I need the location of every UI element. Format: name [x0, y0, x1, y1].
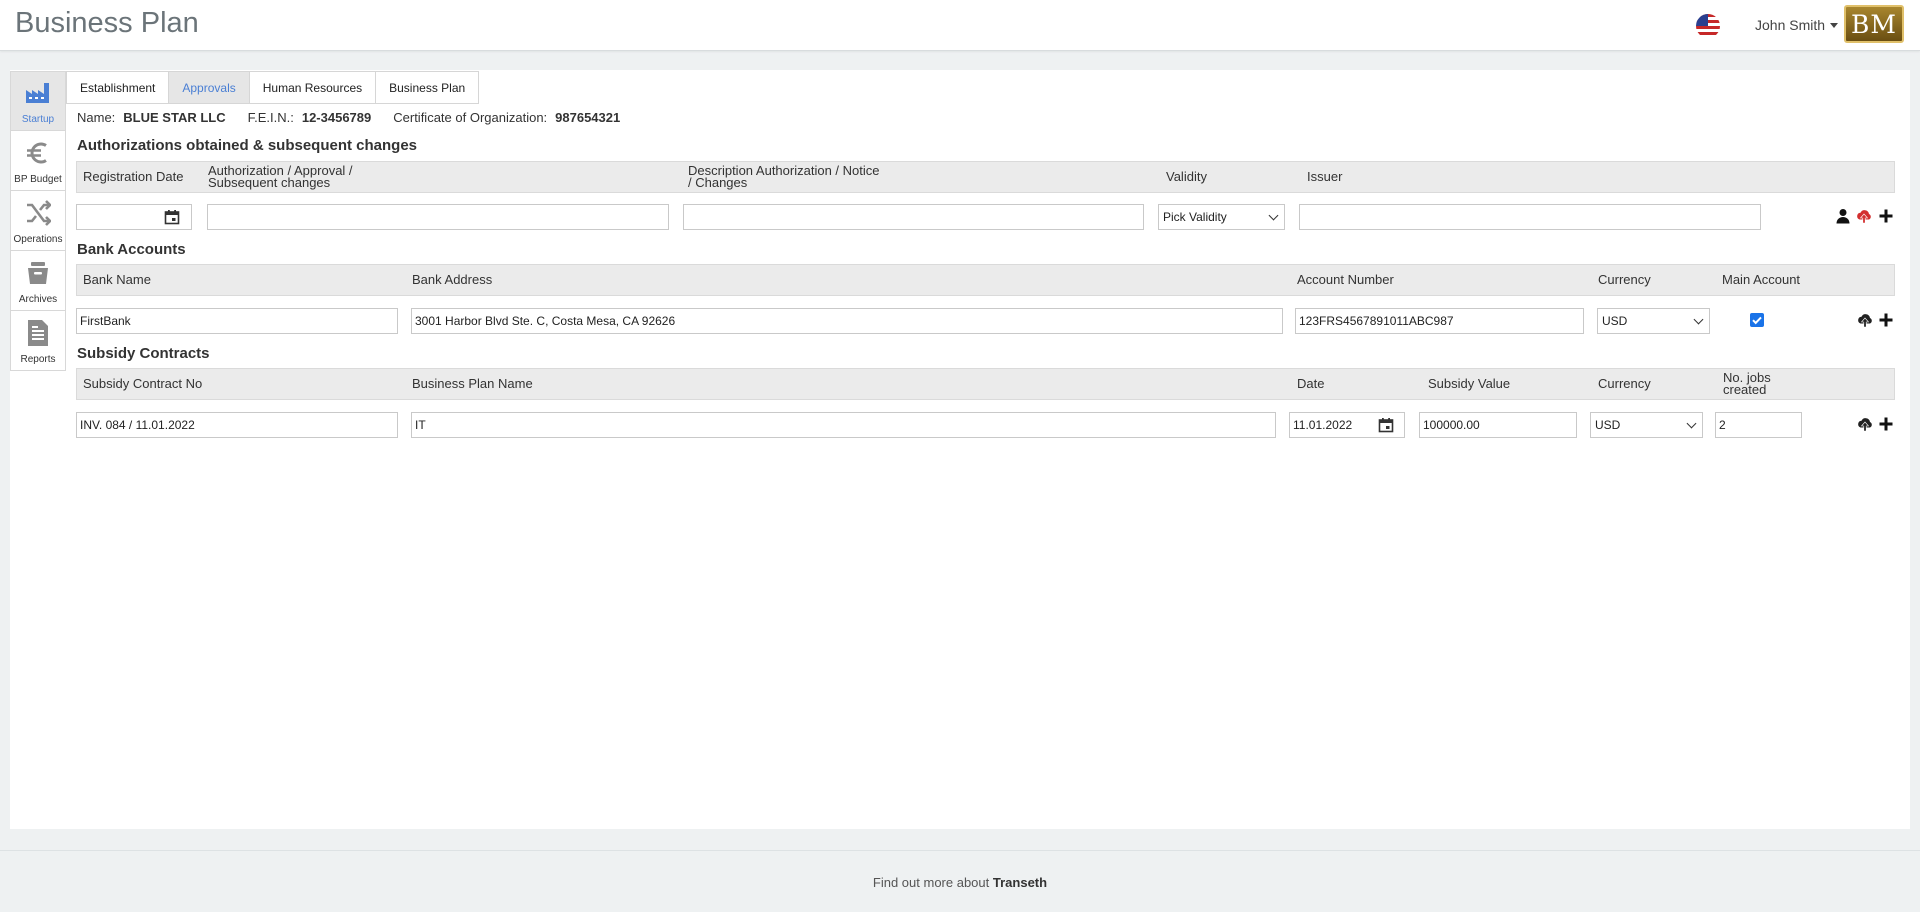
- col-authorization: Authorization / Approval / Subsequent ch…: [208, 162, 353, 192]
- col-registration-date: Registration Date: [83, 169, 184, 184]
- authorizations-title: Authorizations obtained & subsequent cha…: [77, 137, 418, 154]
- authorization-input[interactable]: [207, 204, 669, 230]
- authorizations-table-header: Registration Date Authorization / Approv…: [76, 161, 1895, 193]
- issuer-input[interactable]: [1299, 204, 1761, 230]
- person-icon[interactable]: [1835, 208, 1851, 224]
- certificate-label: Certificate of Organization:: [393, 110, 548, 125]
- archive-box-icon: [23, 258, 53, 288]
- col-business-plan-name: Business Plan Name: [412, 376, 533, 391]
- side-nav-startup[interactable]: Startup: [10, 71, 66, 131]
- shuffle-icon: [23, 198, 53, 228]
- report-document-icon: [23, 318, 53, 348]
- col-main-account: Main Account: [1722, 272, 1801, 287]
- col-issuer: Issuer: [1307, 169, 1343, 184]
- side-nav-label: Startup: [21, 114, 55, 125]
- side-nav: Startup BP Budget Operations Archives Re…: [10, 71, 66, 371]
- col-currency: Currency: [1598, 376, 1651, 391]
- col-jobs-created-line2: created: [1723, 382, 1767, 397]
- name-label: Name:: [77, 110, 116, 125]
- subsidy-currency-select[interactable]: USD: [1590, 412, 1703, 438]
- account-number-input[interactable]: 123FRS4567891011ABC987: [1295, 308, 1584, 334]
- chevron-down-icon: [1268, 210, 1279, 220]
- col-currency: Currency: [1598, 272, 1651, 287]
- side-nav-bp-budget[interactable]: BP Budget: [10, 131, 66, 191]
- chevron-down-icon: [1686, 418, 1697, 428]
- bank-accounts-title: Bank Accounts: [77, 241, 186, 258]
- bank-name-input[interactable]: FirstBank: [76, 308, 398, 334]
- chevron-down-icon: [1693, 314, 1704, 324]
- side-nav-reports[interactable]: Reports: [10, 311, 66, 371]
- bank-currency-select[interactable]: USD: [1597, 308, 1710, 334]
- tab-human-resources[interactable]: Human Resources: [249, 71, 377, 104]
- calendar-icon[interactable]: [1378, 417, 1394, 433]
- company-name: BLUE STAR LLC: [123, 110, 226, 125]
- calendar-icon[interactable]: [164, 209, 180, 225]
- validity-select[interactable]: Pick Validity: [1158, 204, 1285, 230]
- jobs-created-input[interactable]: 2: [1715, 412, 1802, 438]
- plus-icon[interactable]: [1878, 416, 1894, 432]
- app-title: Business Plan: [15, 7, 199, 39]
- factory-icon: [23, 78, 53, 108]
- tab-establishment[interactable]: Establishment: [66, 71, 170, 104]
- tab-bar: Establishment Approvals Human Resources …: [66, 71, 480, 104]
- bank-accounts-table-header: Bank Name Bank Address Account Number Cu…: [76, 264, 1895, 296]
- subsidy-currency-value: USD: [1595, 418, 1621, 432]
- brand-logo[interactable]: BM: [1844, 5, 1904, 43]
- main-account-checkbox[interactable]: [1750, 313, 1764, 327]
- page-footer: Find out more about Transeth: [0, 850, 1920, 912]
- col-jobs-created: No. jobs created: [1723, 369, 1771, 399]
- user-name: John Smith: [1755, 17, 1826, 33]
- subsidy-contracts-table-header: Subsidy Contract No Business Plan Name D…: [76, 368, 1895, 400]
- footer-brand-link[interactable]: Transeth: [993, 875, 1047, 890]
- side-nav-operations[interactable]: Operations: [10, 191, 66, 251]
- side-nav-label: BP Budget: [14, 174, 62, 185]
- user-menu[interactable]: John Smith: [1755, 17, 1839, 33]
- side-nav-label: Operations: [13, 234, 63, 245]
- plus-icon[interactable]: [1878, 208, 1894, 224]
- us-flag-icon[interactable]: [1696, 14, 1720, 38]
- col-subsidy-contract-no: Subsidy Contract No: [83, 376, 203, 391]
- tab-approvals[interactable]: Approvals: [169, 71, 250, 104]
- col-bank-address: Bank Address: [412, 272, 493, 287]
- fein-value: 12-3456789: [301, 110, 372, 125]
- col-date: Date: [1297, 376, 1325, 391]
- tab-business-plan[interactable]: Business Plan: [376, 71, 480, 104]
- certificate-value: 987654321: [555, 110, 621, 125]
- col-subsidy-value: Subsidy Value: [1428, 376, 1511, 391]
- caret-down-icon: [1830, 22, 1839, 28]
- footer-text: Find out more about: [872, 875, 990, 890]
- upload-cloud-icon[interactable]: [1857, 416, 1873, 432]
- upload-cloud-icon[interactable]: [1856, 208, 1872, 224]
- fein-label: F.E.I.N.:: [247, 110, 294, 125]
- validity-select-value: Pick Validity: [1163, 210, 1227, 224]
- business-plan-name-input[interactable]: IT: [411, 412, 1276, 438]
- col-description-line2: / Changes: [688, 175, 748, 190]
- subsidy-value-input[interactable]: 100000.00: [1419, 412, 1577, 438]
- subsidy-contract-no-input[interactable]: INV. 084 / 11.01.2022: [76, 412, 398, 438]
- col-validity: Validity: [1166, 169, 1207, 184]
- bank-currency-value: USD: [1602, 314, 1628, 328]
- top-header: Business Plan John Smith BM: [0, 0, 1920, 51]
- subsidy-contracts-title: Subsidy Contracts: [77, 345, 210, 362]
- company-info: Name: BLUE STAR LLC F.E.I.N.: 12-3456789…: [77, 110, 642, 125]
- upload-cloud-icon[interactable]: [1857, 312, 1873, 328]
- bank-address-input[interactable]: 3001 Harbor Blvd Ste. C, Costa Mesa, CA …: [411, 308, 1283, 334]
- side-nav-label: Archives: [18, 294, 58, 305]
- side-nav-label: Reports: [20, 354, 56, 365]
- euro-icon: [23, 138, 53, 168]
- col-account-number: Account Number: [1297, 272, 1394, 287]
- checkmark-icon: [1752, 316, 1762, 325]
- plus-icon[interactable]: [1878, 312, 1894, 328]
- col-authorization-line2: Subsequent changes: [208, 175, 331, 190]
- side-nav-archives[interactable]: Archives: [10, 251, 66, 311]
- description-input[interactable]: [683, 204, 1144, 230]
- col-description: Description Authorization / Notice / Cha…: [688, 162, 879, 192]
- col-bank-name: Bank Name: [83, 272, 151, 287]
